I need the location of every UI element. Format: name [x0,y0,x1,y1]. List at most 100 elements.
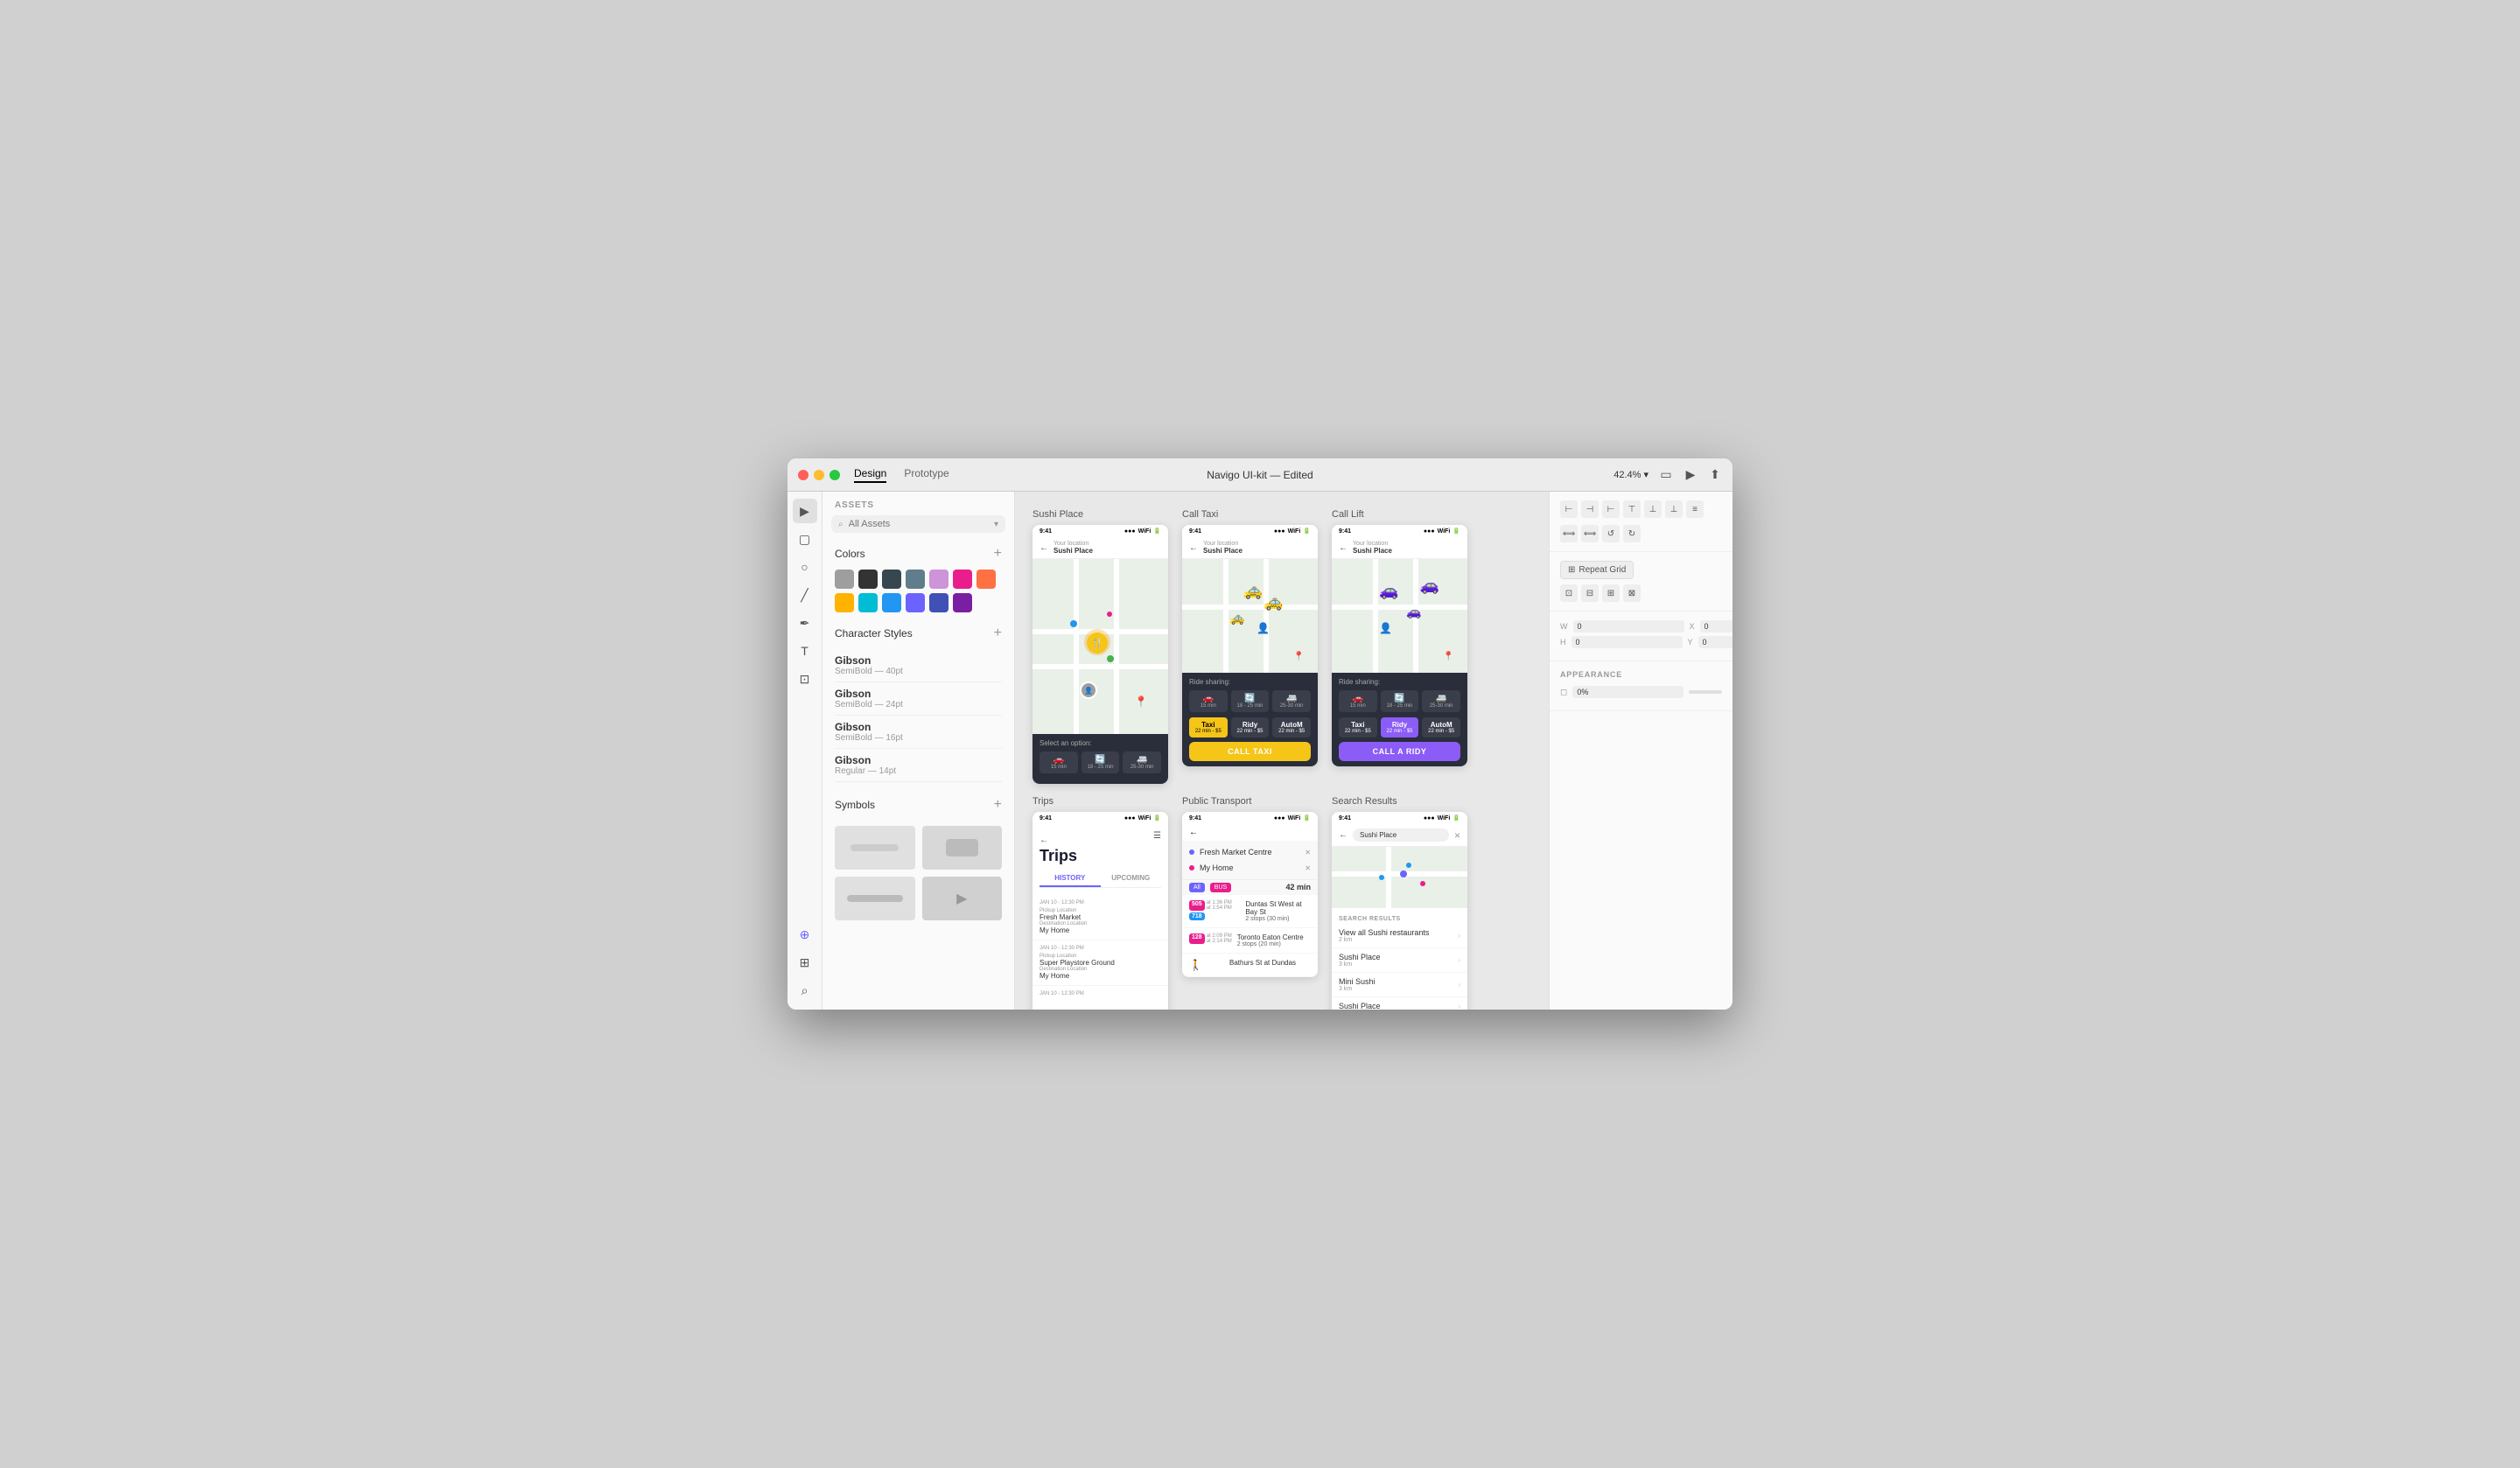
call-lift-button[interactable]: CALL A RIDY [1339,742,1460,761]
x-input[interactable] [1700,620,1732,633]
flip-h[interactable]: ⟺ [1560,525,1578,542]
trips-tab-history[interactable]: HISTORY [1040,870,1101,887]
tab-prototype[interactable]: Prototype [904,467,948,483]
text-tool[interactable]: T [793,639,817,663]
transport-share[interactable]: 🔄 18 - 25 min [1082,751,1120,773]
transport-van-3[interactable]: 🚐 25-30 min [1422,690,1460,712]
ride-taxi[interactable]: Taxi 22 min - $5 [1189,717,1228,737]
transport-van[interactable]: 🚐 25-30 min [1123,751,1161,773]
tab-design[interactable]: Design [854,467,886,483]
flip-v[interactable]: ⟺ [1581,525,1599,542]
transport-car[interactable]: 🚗 15 min [1040,751,1078,773]
add-color-button[interactable]: + [994,547,1002,561]
search-results-frame[interactable]: 9:41 ●●●WiFi🔋 ← Sushi Place × [1332,812,1467,1010]
select-tool[interactable]: ▶ [793,499,817,523]
lift-taxi[interactable]: Taxi 22 min - $5 [1339,717,1377,737]
maximize-button[interactable] [830,470,840,480]
symbol-3[interactable] [835,877,915,920]
h-input[interactable] [1572,636,1683,648]
transport-car-2[interactable]: 🚗 15 min [1189,690,1228,712]
transform-tool[interactable]: ⊡ [793,667,817,691]
assets-search[interactable]: ⌕ ▾ [831,515,1005,533]
lift-ridy[interactable]: Ridy 22 min - $5 [1381,717,1419,737]
search-result-1[interactable]: View all Sushi restaurants 2 km › [1332,924,1467,948]
align-right[interactable]: ⊢ [1602,500,1620,518]
line-tool[interactable]: ╱ [793,583,817,607]
swatch-indigo[interactable] [906,593,925,612]
tab-all[interactable]: All [1189,883,1205,892]
search-tool[interactable]: ⌕ [793,978,817,1003]
pen-tool[interactable]: ✒ [793,611,817,635]
close-button[interactable] [798,470,808,480]
layers-icon[interactable]: ⊞ [793,950,817,975]
align-top[interactable]: ⊤ [1623,500,1641,518]
add-symbol-button[interactable]: + [994,798,1002,812]
component-btn-3[interactable]: ⊞ [1602,584,1620,602]
ride-ridy[interactable]: Ridy 22 min - $5 [1231,717,1270,737]
search-result-3[interactable]: Mini Sushi 3 km › [1332,973,1467,997]
symbol-1[interactable] [835,826,915,870]
align-left[interactable]: ⊢ [1560,500,1578,518]
tab-bus[interactable]: BUS [1210,883,1231,892]
swatch-blue[interactable] [882,593,901,612]
y-input[interactable] [1698,636,1732,648]
swatch-bluegray[interactable] [906,570,925,589]
opacity-input[interactable] [1572,686,1684,698]
trips-frame[interactable]: 9:41 ●●●WiFi🔋 ← ☰ Trips HISTORY UPCOMING [1032,812,1168,1010]
rotate-r[interactable]: ↻ [1623,525,1641,542]
transport-share-2[interactable]: 🔄 18 - 25 min [1231,690,1270,712]
add-char-style-button[interactable]: + [994,626,1002,640]
lift-autom[interactable]: AutoM 22 min - $5 [1422,717,1460,737]
component-btn-2[interactable]: ⊟ [1581,584,1599,602]
sushi-place-frame[interactable]: 9:41 ●●●WiFi🔋 ← Your location Sushi Plac… [1032,525,1168,784]
swatch-dark[interactable] [858,570,878,589]
swatch-darkblue[interactable] [882,570,901,589]
call-lift-frame[interactable]: 9:41 ●●●WiFi🔋 ← Your location Sushi Plac… [1332,525,1467,766]
play-icon[interactable]: ▶ [1684,468,1698,482]
search-bar[interactable]: Sushi Place [1353,828,1449,842]
share-icon[interactable]: ⬆ [1708,468,1722,482]
call-taxi-button[interactable]: CALL TAXI [1189,742,1311,761]
rectangle-tool[interactable]: ▢ [793,527,817,551]
char-style-3[interactable]: Gibson SemiBold — 16pt [835,716,1002,749]
transport-car-3[interactable]: 🚗 15 min [1339,690,1377,712]
opacity-slider[interactable] [1689,690,1722,694]
transport-van-2[interactable]: 🚐 25-30 min [1272,690,1311,712]
minimize-button[interactable] [814,470,824,480]
component-btn-1[interactable]: ⊡ [1560,584,1578,602]
call-taxi-frame[interactable]: 9:41 ●●●WiFi🔋 ← Your location Sushi Plac… [1182,525,1318,766]
align-bottom[interactable]: ⊥ [1665,500,1683,518]
swatch-pink[interactable] [953,570,972,589]
swatch-deepblue[interactable] [929,593,948,612]
trips-tab-upcoming[interactable]: UPCOMING [1101,870,1162,887]
search-close-icon[interactable]: × [1454,829,1460,842]
component-tool[interactable]: ⊕ [793,922,817,947]
swatch-purple[interactable] [929,570,948,589]
repeat-grid-button[interactable]: ⊞ Repeat Grid [1560,561,1634,579]
symbol-2[interactable] [922,826,1003,870]
char-style-2[interactable]: Gibson SemiBold — 24pt [835,682,1002,716]
public-transport-frame[interactable]: 9:41 ●●●WiFi🔋 ← Fresh Market Centre [1182,812,1318,977]
w-input[interactable] [1573,620,1684,633]
char-style-1[interactable]: Gibson SemiBold — 40pt [835,649,1002,682]
transport-share-3[interactable]: 🔄 18 - 25 min [1381,690,1419,712]
search-result-4[interactable]: Sushi Place › [1332,997,1467,1010]
distribute-h[interactable]: ≡ [1686,500,1704,518]
ride-autom[interactable]: AutoM 22 min - $5 [1272,717,1311,737]
ellipse-tool[interactable]: ○ [793,555,817,579]
preview-icon[interactable]: ▭ [1659,468,1673,482]
char-style-4[interactable]: Gibson Regular — 14pt [835,749,1002,782]
swatch-gray[interactable] [835,570,854,589]
component-btn-4[interactable]: ⊠ [1623,584,1641,602]
swatch-darkpurple[interactable] [953,593,972,612]
align-center-v[interactable]: ⊥ [1644,500,1662,518]
search-input[interactable] [849,519,989,529]
symbol-4[interactable]: ▶ [922,877,1003,920]
zoom-control[interactable]: 42.4% ▾ [1614,469,1648,480]
search-result-2[interactable]: Sushi Place 3 km › [1332,948,1467,973]
swatch-orange[interactable] [976,570,996,589]
align-center-h[interactable]: ⊣ [1581,500,1599,518]
swatch-yellow[interactable] [835,593,854,612]
rotate-l[interactable]: ↺ [1602,525,1620,542]
swatch-cyan[interactable] [858,593,878,612]
